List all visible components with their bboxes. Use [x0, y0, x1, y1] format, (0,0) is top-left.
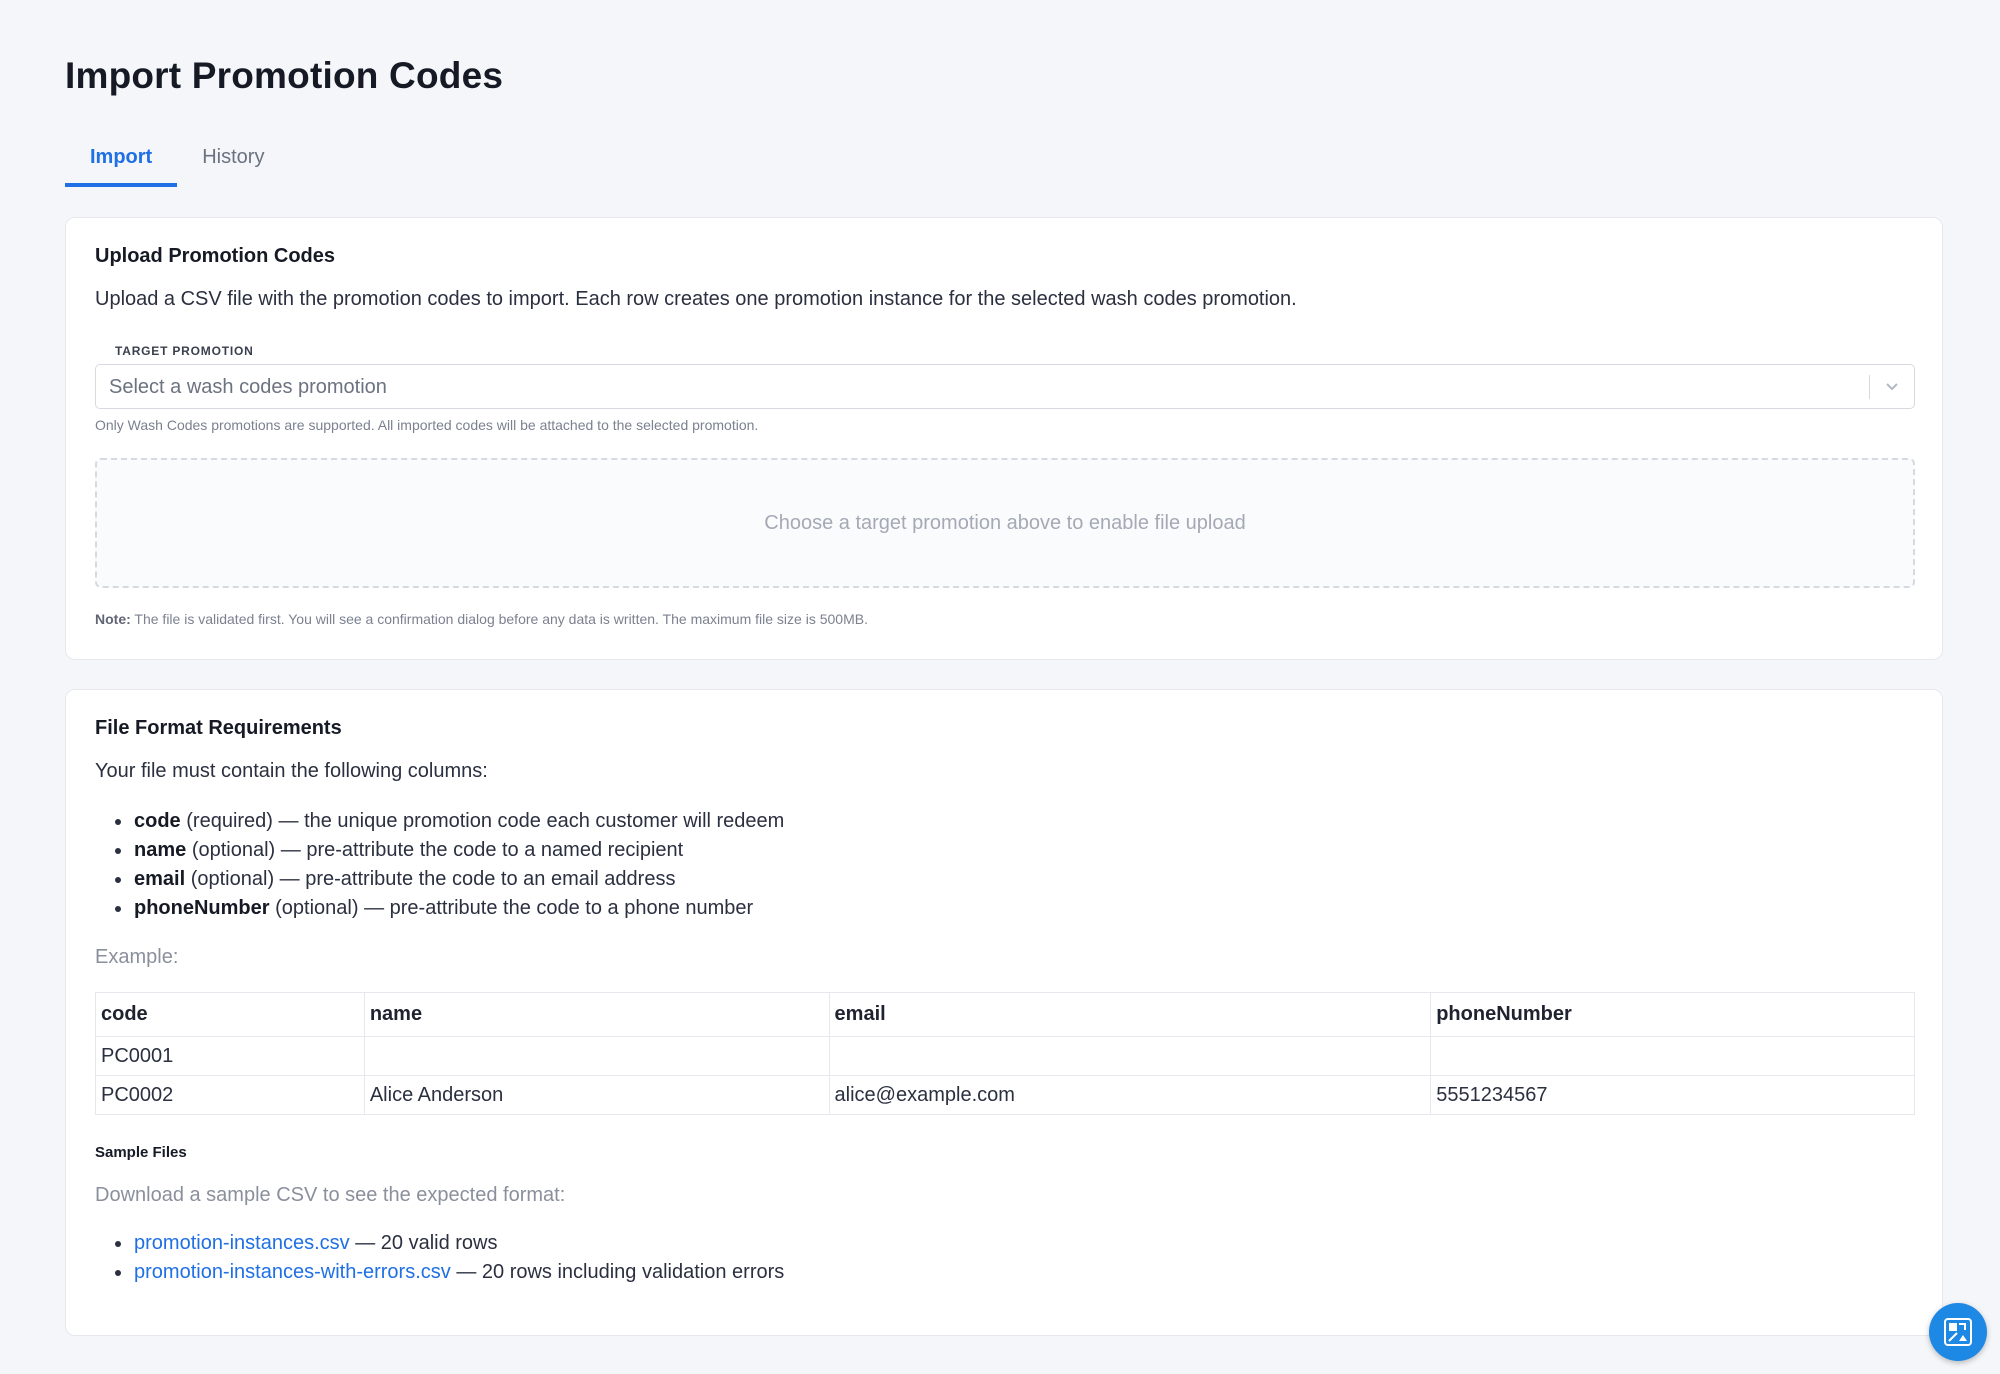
column-header: phoneNumber: [1430, 992, 1915, 1037]
file-dropzone[interactable]: Choose a target promotion above to enabl…: [95, 458, 1915, 588]
column-header: code: [95, 992, 365, 1037]
upload-description: Upload a CSV file with the promotion cod…: [95, 288, 1297, 310]
table-cell: 5551234567: [1430, 1075, 1915, 1115]
table-cell: [1430, 1036, 1915, 1076]
table-header-row: code name email phoneNumber: [95, 992, 1915, 1037]
select-placeholder: Select a wash codes promotion: [109, 376, 387, 398]
example-table: code name email phoneNumber PC0001 PC000…: [95, 992, 1915, 1115]
upload-note: Note: The file is validated first. You w…: [95, 611, 868, 627]
format-card-title: File Format Requirements: [95, 717, 342, 739]
list-item: phoneNumber (optional) — pre-attribute t…: [95, 894, 784, 923]
sample-file-link-errors[interactable]: promotion-instances-with-errors.csv: [134, 1261, 451, 1283]
table-cell: alice@example.com: [828, 1075, 1432, 1115]
table-cell: PC0002: [95, 1075, 365, 1115]
sample-file-link-valid[interactable]: promotion-instances.csv: [134, 1232, 350, 1254]
format-intro: Your file must contain the following col…: [95, 760, 488, 782]
list-item: email (optional) — pre-attribute the cod…: [95, 865, 784, 894]
column-header: name: [363, 992, 830, 1037]
sample-files-list: promotion-instances.csv — 20 valid rows …: [95, 1229, 784, 1287]
sample-files-intro: Download a sample CSV to see the expecte…: [95, 1184, 566, 1206]
page-title: Import Promotion Codes: [65, 55, 504, 96]
sample-files-title: Sample Files: [95, 1144, 187, 1161]
upload-card: Upload Promotion Codes Upload a CSV file…: [65, 217, 1943, 660]
table-row: PC0002 Alice Anderson alice@example.com …: [95, 1075, 1915, 1115]
list-item: promotion-instances.csv — 20 valid rows: [95, 1229, 784, 1258]
select-hint: Only Wash Codes promotions are supported…: [95, 417, 759, 433]
tab-bar: Import History: [65, 136, 289, 187]
chevron-down-icon[interactable]: [1882, 376, 1902, 396]
list-item: code (required) — the unique promotion c…: [95, 807, 784, 836]
upload-card-title: Upload Promotion Codes: [95, 245, 335, 267]
help-widget-button[interactable]: [1929, 1303, 1987, 1361]
column-header: email: [828, 992, 1432, 1037]
example-label: Example:: [95, 946, 179, 968]
column-list: code (required) — the unique promotion c…: [95, 807, 784, 923]
select-divider: [1869, 375, 1870, 399]
help-widget-icon: [1944, 1318, 1972, 1346]
tab-import[interactable]: Import: [65, 136, 178, 187]
target-promotion-label: TARGET PROMOTION: [115, 344, 254, 358]
list-item: name (optional) — pre-attribute the code…: [95, 836, 784, 865]
table-cell: PC0001: [95, 1036, 365, 1076]
tab-history[interactable]: History: [177, 136, 289, 187]
note-label: Note:: [95, 611, 131, 627]
table-cell: Alice Anderson: [363, 1075, 830, 1115]
table-cell: [828, 1036, 1432, 1076]
dropzone-text: Choose a target promotion above to enabl…: [764, 511, 1246, 534]
note-text: The file is validated first. You will se…: [134, 611, 868, 627]
table-cell: [363, 1036, 830, 1076]
table-row: PC0001: [95, 1036, 1915, 1076]
target-promotion-select[interactable]: Select a wash codes promotion: [95, 364, 1915, 409]
list-item: promotion-instances-with-errors.csv — 20…: [95, 1258, 784, 1287]
format-card: File Format Requirements Your file must …: [65, 689, 1943, 1336]
